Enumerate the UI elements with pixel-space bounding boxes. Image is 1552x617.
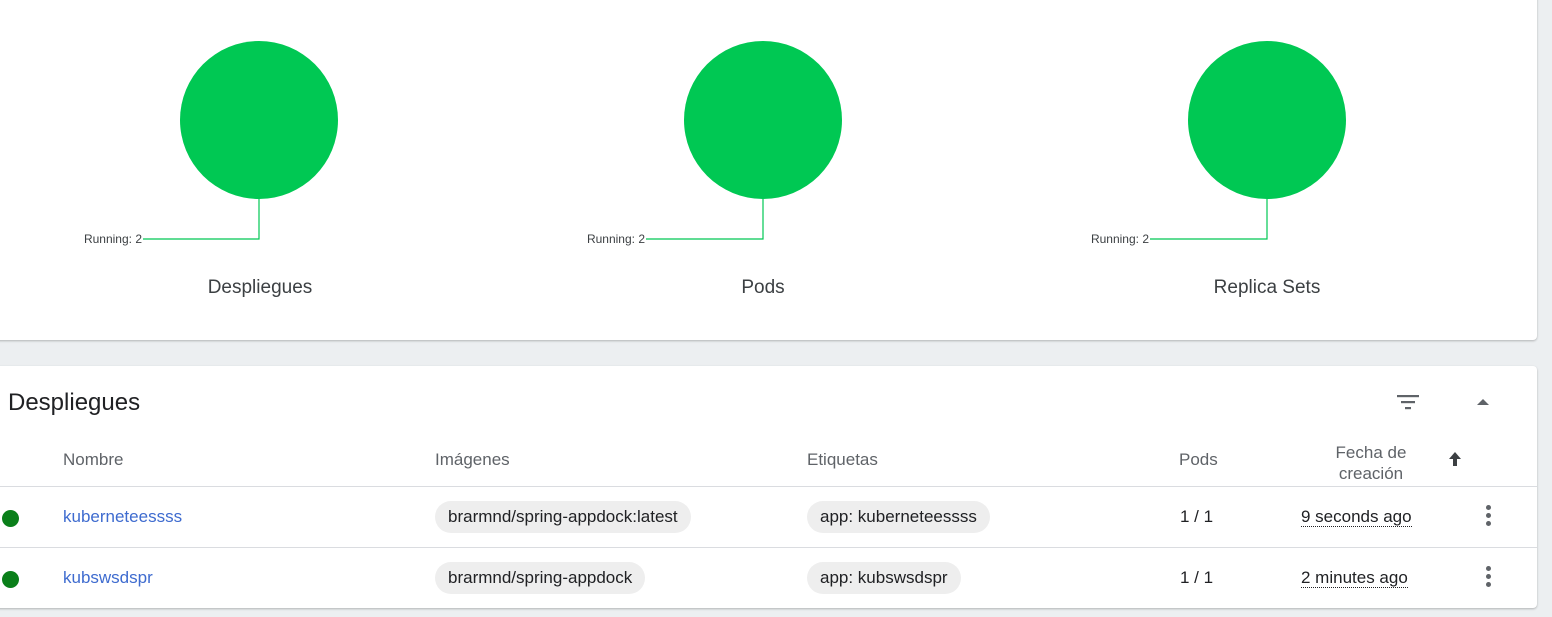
- legend-leader-line: [1150, 199, 1268, 240]
- deployments-table-card: Despliegues Nombre Imágenes Etiquetas Po…: [0, 366, 1537, 608]
- card-title: Despliegues: [8, 389, 141, 416]
- status-running-icon: [2, 510, 19, 527]
- legend-leader-line: [646, 199, 764, 240]
- creation-age-text: 9 seconds ago: [1301, 507, 1412, 527]
- arrow-drop-up-icon[interactable]: [1467, 386, 1499, 418]
- creation-age: 2 minutes ago: [1301, 568, 1408, 588]
- chart-title: Pods: [741, 277, 785, 298]
- running-legend: Running: 2: [84, 232, 142, 246]
- replica-sets-status-chart: Running: 2 Replica Sets: [1091, 0, 1417, 330]
- pods-count: 1 / 1: [1180, 568, 1214, 587]
- filter-list-icon[interactable]: [1392, 386, 1424, 418]
- deployment-name-link[interactable]: kuberneteessss: [63, 507, 182, 527]
- table-row: kuberneteessss brarmnd/spring-appdock:la…: [0, 487, 1537, 547]
- pods-pie: Running: 2: [587, 41, 842, 246]
- running-legend: Running: 2: [587, 232, 645, 246]
- legend-leader-line: [143, 199, 260, 240]
- column-header-images: Imágenes: [435, 450, 510, 469]
- replica-sets-pie: Running: 2: [1091, 41, 1346, 246]
- column-header-labels: Etiquetas: [807, 450, 878, 469]
- running-legend: Running: 2: [1091, 232, 1149, 246]
- pods-count: 1 / 1: [1180, 507, 1214, 526]
- image-chip: brarmnd/spring-appdock:latest: [435, 501, 691, 533]
- running-slice: [180, 41, 338, 199]
- table-row: kubswsdspr brarmnd/spring-appdock app: k…: [0, 548, 1537, 608]
- running-slice: [1188, 41, 1346, 199]
- chart-title: Replica Sets: [1213, 277, 1321, 298]
- label-chip: app: kubswsdspr: [807, 562, 961, 594]
- running-slice: [684, 41, 842, 199]
- created-header-line1: Fecha de: [1335, 443, 1407, 462]
- more-vert-icon[interactable]: [1483, 566, 1493, 592]
- image-chip: brarmnd/spring-appdock: [435, 562, 646, 594]
- deployments-status-chart: Running: 2 Despliegues: [84, 0, 410, 330]
- deployments-pie: Running: 2: [84, 41, 338, 246]
- creation-age: 9 seconds ago: [1301, 507, 1412, 527]
- column-header-pods: Pods: [1179, 450, 1218, 469]
- status-running-icon: [2, 571, 19, 588]
- chart-title: Despliegues: [207, 277, 313, 298]
- column-header-name[interactable]: Nombre: [63, 450, 123, 470]
- created-header-line2: creación: [1338, 464, 1404, 483]
- arrow-upward-icon[interactable]: [1446, 450, 1464, 470]
- label-chip: app: kuberneteessss: [807, 501, 990, 533]
- column-header-created[interactable]: Fecha de creación: [1316, 442, 1426, 484]
- creation-age-text: 2 minutes ago: [1301, 568, 1408, 588]
- pods-status-chart: Running: 2 Pods: [587, 0, 913, 330]
- more-vert-icon[interactable]: [1483, 505, 1493, 531]
- deployment-name-link[interactable]: kubswsdspr: [63, 568, 153, 588]
- workloads-status-card: Running: 2 Despliegues Running: 2 Pods R…: [0, 0, 1537, 340]
